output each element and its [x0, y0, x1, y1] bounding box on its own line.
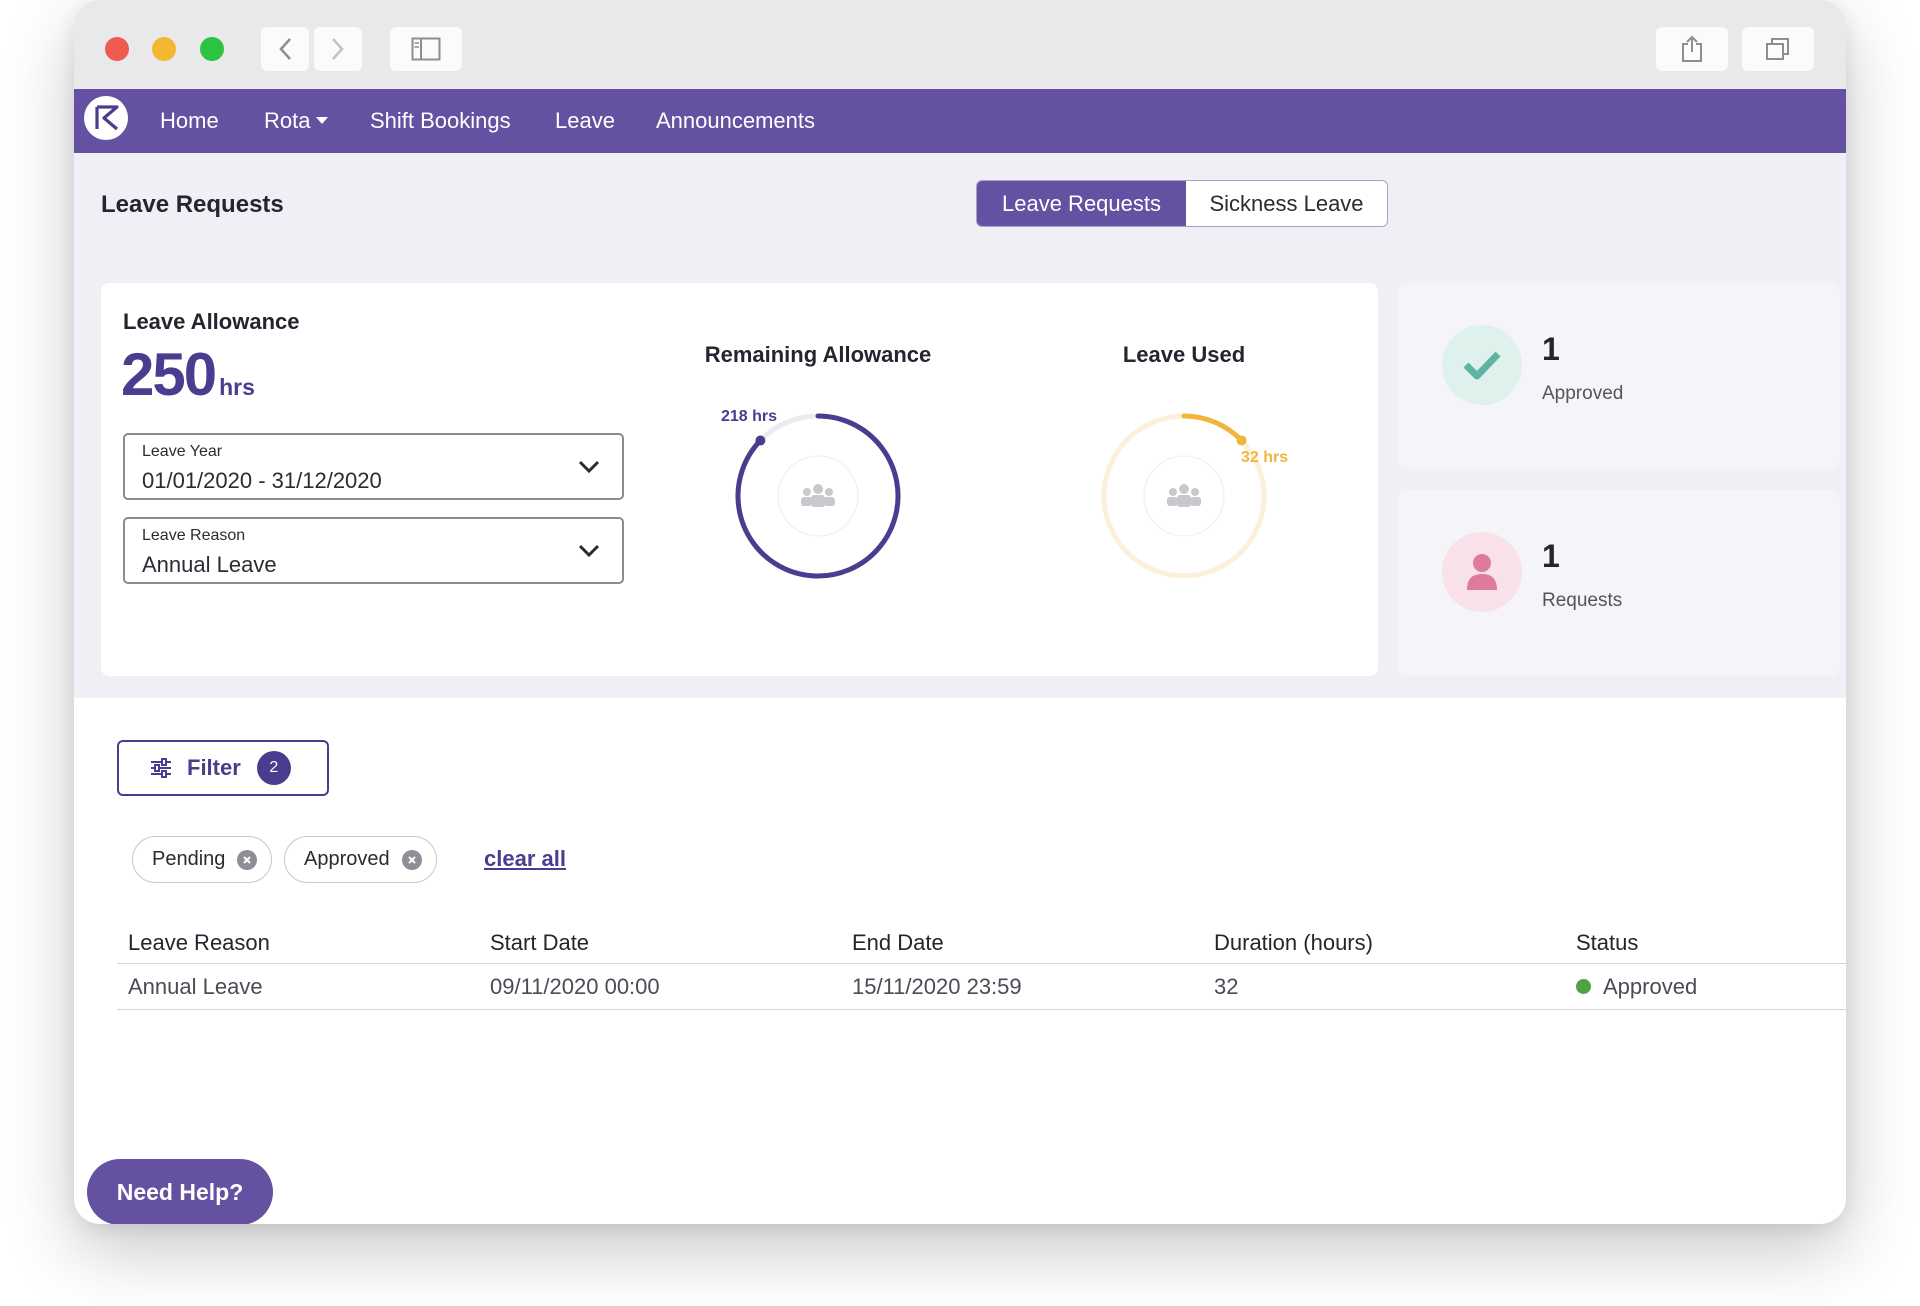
used-arc	[1181, 413, 1245, 444]
allowance-unit: hrs	[219, 374, 255, 400]
maximize-window-button[interactable]	[200, 37, 224, 61]
summary-section: Leave Requests Leave Requests Sickness L…	[74, 153, 1846, 698]
nav-home[interactable]: Home	[160, 89, 219, 153]
chevron-left-icon	[279, 38, 291, 60]
app-window: Home Rota Shift Bookings Leave Announcem…	[74, 0, 1846, 1224]
nav-leave[interactable]: Leave	[555, 89, 615, 153]
leave-reason-label: Leave Reason	[142, 527, 246, 544]
chevron-down-icon	[578, 460, 600, 474]
remaining-allowance-ring	[735, 413, 901, 579]
minimize-window-button[interactable]	[152, 37, 176, 61]
requests-stat-card: 1 Requests	[1398, 490, 1840, 676]
sidebar-toggle-button[interactable]	[390, 27, 462, 71]
allowance-value: 250 hrs	[121, 340, 255, 409]
forward-button[interactable]	[314, 27, 362, 71]
nav-rota-label: Rota	[264, 108, 311, 133]
app-logo[interactable]	[84, 96, 128, 140]
cell-leave-reason: Annual Leave	[128, 974, 263, 999]
nav-shift-bookings[interactable]: Shift Bookings	[370, 89, 511, 153]
cell-start-date: 09/11/2020 00:00	[490, 974, 660, 999]
requests-count: 1	[1542, 538, 1560, 574]
filter-chip-pending: Pending	[132, 836, 273, 883]
column-header-duration[interactable]: Duration (hours)	[1214, 930, 1373, 956]
leave-type-tabs: Leave Requests Sickness Leave	[976, 180, 1388, 227]
tab-sickness-leave[interactable]: Sickness Leave	[1186, 181, 1387, 226]
cell-end-date: 15/11/2020 23:59	[852, 974, 1022, 999]
remaining-value-label: 218 hrs	[721, 408, 778, 425]
column-header-status[interactable]: Status	[1576, 930, 1638, 956]
filter-label: Filter	[187, 755, 241, 780]
tab-leave-requests[interactable]: Leave Requests	[977, 181, 1186, 226]
chevron-down-icon	[578, 544, 600, 558]
column-header-leave-reason[interactable]: Leave Reason	[128, 930, 270, 956]
remaining-arc-end	[755, 435, 766, 446]
share-icon	[1682, 35, 1702, 62]
leave-reason-select[interactable]: Leave Reason Annual Leave	[123, 517, 624, 584]
main-navbar: Home Rota Shift Bookings Leave Announcem…	[74, 89, 1846, 153]
filter-count-badge: 2	[256, 751, 291, 785]
chip-label: Pending	[152, 848, 226, 870]
close-window-button[interactable]	[105, 37, 129, 61]
nav-rota[interactable]: Rota	[264, 89, 329, 153]
status-dot	[1576, 978, 1591, 994]
used-arc-end	[1236, 435, 1247, 446]
filter-chip-approved: Approved	[284, 836, 437, 883]
sliders-icon	[151, 758, 171, 778]
chevron-right-icon	[332, 38, 344, 60]
allowance-number: 250	[121, 341, 217, 408]
leave-used-ring	[1101, 413, 1267, 579]
sidebar-icon	[411, 37, 441, 61]
need-help-button[interactable]: Need Help?	[87, 1159, 273, 1224]
logo-icon	[95, 105, 119, 131]
allowance-label: Leave Allowance	[123, 309, 300, 334]
remove-chip-icon[interactable]	[401, 849, 422, 870]
allowance-card: Leave Allowance 250 hrs Leave Year 01/01/…	[101, 283, 1378, 676]
column-header-end-date[interactable]: End Date	[852, 930, 944, 956]
table-header-row: Leave Reason Start Date End Date Duratio…	[117, 918, 1846, 964]
used-value-label: 32 hrs	[1241, 449, 1289, 466]
chip-label: Approved	[304, 848, 390, 870]
table-row[interactable]: Annual Leave 09/11/2020 00:00 15/11/2020…	[117, 964, 1846, 1010]
filter-button[interactable]: Filter 2	[117, 740, 329, 796]
status-label: Approved	[1603, 974, 1698, 999]
leave-requests-table: Leave Reason Start Date End Date Duratio…	[117, 918, 1846, 1010]
approved-icon-circle	[1442, 325, 1522, 405]
back-button[interactable]	[261, 27, 309, 71]
remove-chip-icon[interactable]	[237, 849, 258, 870]
nav-announcements[interactable]: Announcements	[656, 89, 815, 153]
remaining-allowance-title: Remaining Allowance	[704, 342, 932, 367]
clear-all-link[interactable]: clear all	[484, 846, 566, 872]
tabs-icon	[1766, 38, 1789, 60]
approved-count: 1	[1542, 331, 1560, 367]
caret-down-icon	[316, 116, 329, 124]
requests-label: Requests	[1542, 590, 1623, 611]
leave-year-value: 01/01/2020 - 31/12/2020	[142, 468, 382, 493]
tabs-overview-button[interactable]	[1742, 27, 1814, 71]
approved-stat-card: 1 Approved	[1398, 283, 1840, 469]
column-header-start-date[interactable]: Start Date	[490, 930, 589, 956]
approved-label: Approved	[1542, 383, 1624, 404]
browser-titlebar	[74, 0, 1846, 89]
leave-reason-value: Annual Leave	[142, 552, 277, 577]
leave-year-label: Leave Year	[142, 443, 223, 460]
requests-icon-circle	[1442, 532, 1522, 612]
check-icon	[1463, 351, 1501, 380]
page-title: Leave Requests	[101, 191, 284, 218]
share-button[interactable]	[1656, 27, 1728, 71]
cell-status: Approved	[1576, 974, 1697, 1000]
user-icon	[1467, 554, 1497, 590]
leave-year-select[interactable]: Leave Year 01/01/2020 - 31/12/2020	[123, 433, 624, 500]
cell-duration: 32	[1214, 974, 1239, 999]
leave-used-title: Leave Used	[1122, 342, 1246, 367]
